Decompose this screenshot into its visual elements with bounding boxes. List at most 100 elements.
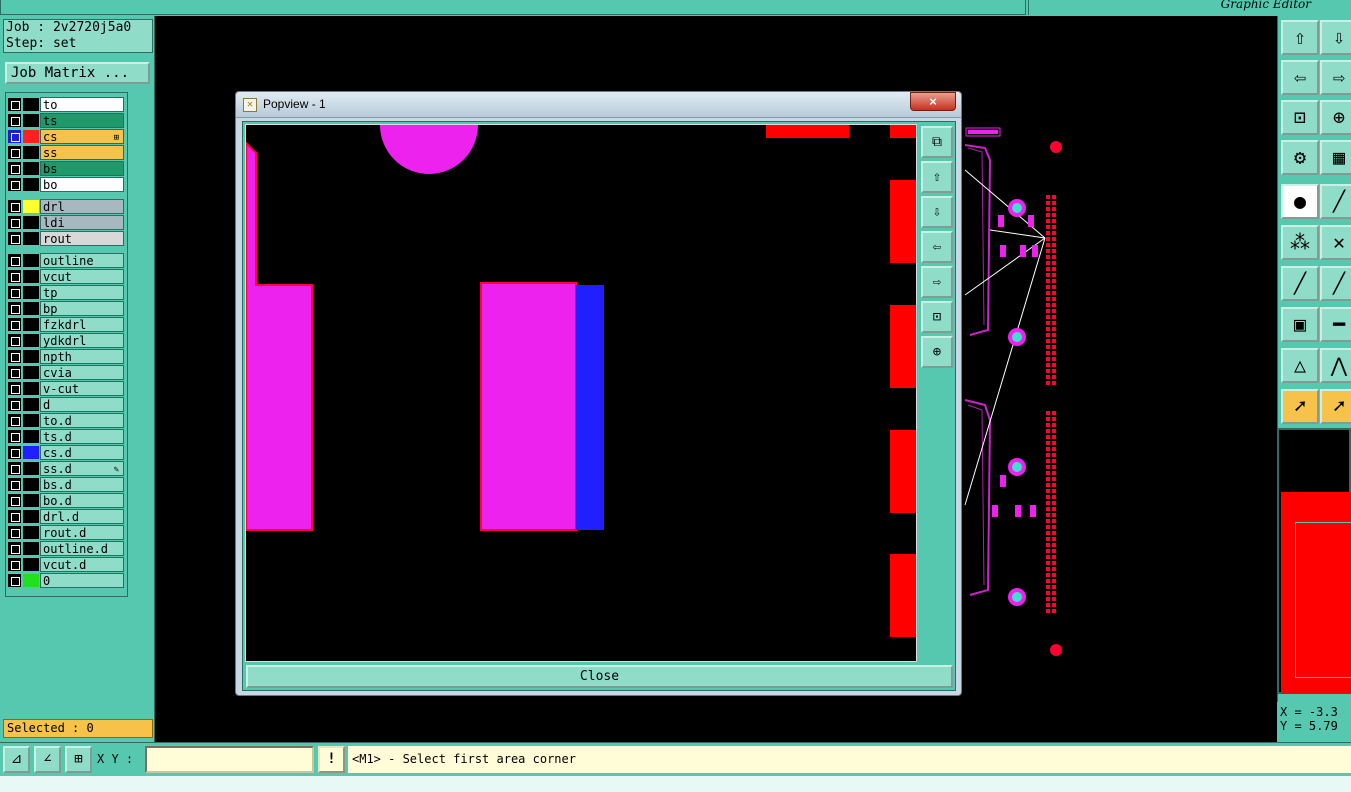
layer-name[interactable]: cs.d <box>40 445 124 460</box>
layer-row-ss[interactable]: ss <box>6 145 126 160</box>
layer-row-bs.d[interactable]: bs.d <box>6 477 126 492</box>
xy-input[interactable] <box>145 746 314 773</box>
layer-color-swatch[interactable] <box>23 542 39 555</box>
layer-checkbox[interactable] <box>8 270 21 283</box>
layer-row-to.d[interactable]: to.d <box>6 413 126 428</box>
job-matrix-button[interactable]: Job Matrix ... <box>5 62 150 84</box>
select-box-button[interactable]: ➚ <box>1320 389 1351 424</box>
layer-row-outline.d[interactable]: outline.d <box>6 541 126 556</box>
measure-button[interactable]: ⚙ <box>1281 140 1319 175</box>
popview-zoom-fit-button[interactable]: ⊡ <box>921 301 953 333</box>
layer-color-swatch[interactable] <box>23 574 39 587</box>
layer-row-outline[interactable]: outline <box>6 253 126 268</box>
angle-button[interactable]: ∠ <box>34 746 61 773</box>
layer-row-fzkdrl[interactable]: fzkdrl <box>6 317 126 332</box>
layer-name[interactable]: to <box>40 97 124 112</box>
layer-color-swatch[interactable] <box>23 254 39 267</box>
layer-name[interactable]: ss <box>40 145 124 160</box>
layer-name[interactable]: ts.d <box>40 429 124 444</box>
layer-name[interactable]: cvia <box>40 365 124 380</box>
layer-color-swatch[interactable] <box>23 178 39 191</box>
layer-row-v-cut[interactable]: v-cut <box>6 381 126 396</box>
layer-checkbox[interactable] <box>8 558 21 571</box>
layer-name[interactable]: fzkdrl <box>40 317 124 332</box>
layer-name[interactable]: bo <box>40 177 124 192</box>
layer-color-swatch[interactable] <box>23 216 39 229</box>
layer-checkbox[interactable] <box>8 334 21 347</box>
layer-row-vcut[interactable]: vcut <box>6 269 126 284</box>
layer-name[interactable]: tp <box>40 285 124 300</box>
layer-row-cvia[interactable]: cvia <box>6 365 126 380</box>
layer-checkbox[interactable] <box>8 130 21 143</box>
layer-row-bs[interactable]: bs <box>6 161 126 176</box>
layer-checkbox[interactable] <box>8 494 21 507</box>
layer-checkbox[interactable] <box>8 462 21 475</box>
layer-row-ldi[interactable]: ldi <box>6 215 126 230</box>
layer-checkbox[interactable] <box>8 232 21 245</box>
layer-color-swatch[interactable] <box>23 494 39 507</box>
layer-row-d[interactable]: d <box>6 397 126 412</box>
layer-color-swatch[interactable] <box>23 270 39 283</box>
layer-name[interactable]: ydkdrl <box>40 333 124 348</box>
layer-color-swatch[interactable] <box>23 318 39 331</box>
layer-checkbox[interactable] <box>8 254 21 267</box>
layer-name[interactable]: drl <box>40 199 124 214</box>
pan-left-button[interactable]: ⇦ <box>1281 60 1319 95</box>
layer-name[interactable]: npth <box>40 349 124 364</box>
snap-button[interactable]: ⊿ <box>3 746 30 773</box>
layer-color-swatch[interactable] <box>23 350 39 363</box>
zoom-home-button[interactable]: ⇧ <box>1281 20 1319 55</box>
layer-color-swatch[interactable] <box>23 130 39 143</box>
layer-name[interactable]: bs <box>40 161 124 176</box>
layer-color-swatch[interactable] <box>23 558 39 571</box>
layer-name[interactable]: v-cut <box>40 381 124 396</box>
layer-color-swatch[interactable] <box>23 114 39 127</box>
layer-name[interactable]: vcut.d <box>40 557 124 572</box>
layer-color-swatch[interactable] <box>23 366 39 379</box>
layer-color-swatch[interactable] <box>23 200 39 213</box>
popview-zoom-center-button[interactable]: ⊕ <box>921 336 953 368</box>
grid-snap-button[interactable]: ⊞ <box>65 746 92 773</box>
layer-row-ts.d[interactable]: ts.d <box>6 429 126 444</box>
popview-canvas[interactable] <box>245 124 917 662</box>
layer-row-cs[interactable]: cs ⊞ <box>6 129 126 144</box>
layer-color-swatch[interactable] <box>23 510 39 523</box>
layer-color-swatch[interactable] <box>23 478 39 491</box>
layer-row-vcut.d[interactable]: vcut.d <box>6 557 126 572</box>
layer-checkbox[interactable] <box>8 510 21 523</box>
layer-name[interactable]: rout <box>40 231 124 246</box>
layer-row-to[interactable]: to <box>6 97 126 112</box>
layer-row-ydkdrl[interactable]: ydkdrl <box>6 333 126 348</box>
layer-color-swatch[interactable] <box>23 162 39 175</box>
board-view[interactable] <box>960 120 1070 660</box>
draw-line-button[interactable]: ╱ <box>1281 266 1319 301</box>
layer-checkbox[interactable] <box>8 200 21 213</box>
layer-color-swatch[interactable] <box>23 334 39 347</box>
layer-color-swatch[interactable] <box>23 430 39 443</box>
layer-color-swatch[interactable] <box>23 462 39 475</box>
layer-row-bo.d[interactable]: bo.d <box>6 493 126 508</box>
popview-pan-up-button[interactable]: ⇧ <box>921 161 953 193</box>
pan-right-button[interactable]: ⇨ <box>1320 60 1351 95</box>
layer-row-drl.d[interactable]: drl.d <box>6 509 126 524</box>
layer-checkbox[interactable] <box>8 414 21 427</box>
overview-map[interactable] <box>1277 428 1351 694</box>
popview-close-button[interactable]: Close <box>246 665 953 688</box>
layer-name[interactable]: cs ⊞ <box>40 129 124 144</box>
popview-new-button[interactable]: ⧉ <box>921 126 953 158</box>
layer-checkbox[interactable] <box>8 382 21 395</box>
popview-pan-down-button[interactable]: ⇩ <box>921 196 953 228</box>
popview-pan-right-button[interactable]: ⇨ <box>921 266 953 298</box>
triangle-button[interactable]: △ <box>1281 348 1319 383</box>
layer-name[interactable]: ss.d ✎ <box>40 461 124 476</box>
layer-name[interactable]: drl.d <box>40 509 124 524</box>
zoom-center-button[interactable]: ⊕ <box>1320 100 1351 135</box>
layer-color-swatch[interactable] <box>23 414 39 427</box>
layer-name[interactable]: outline.d <box>40 541 124 556</box>
layer-name[interactable]: bo.d <box>40 493 124 508</box>
layer-checkbox[interactable] <box>8 574 21 587</box>
segment-button[interactable]: ━ <box>1320 307 1351 342</box>
connect-button[interactable]: ⁂ <box>1281 225 1319 260</box>
layer-checkbox[interactable] <box>8 162 21 175</box>
layer-row-rout[interactable]: rout <box>6 231 126 246</box>
